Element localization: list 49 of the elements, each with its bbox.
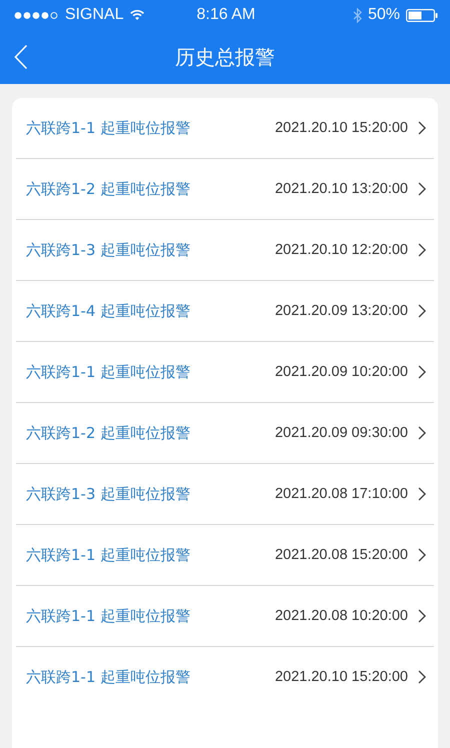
alarm-name: 六联跨1-2 起重吨位报警 xyxy=(26,424,192,442)
alarm-name: 六联跨1-3 起重吨位报警 xyxy=(26,240,192,260)
alarm-name: 六联跨1-1 起重吨位报警 xyxy=(26,668,192,686)
chevron-right-icon xyxy=(418,365,426,379)
alarm-row[interactable]: 六联跨1-1 起重吨位报警 2021.20.10 15:20:00 xyxy=(16,647,434,707)
chevron-right-icon xyxy=(418,548,426,562)
alarm-row[interactable]: 六联跨1-3 起重吨位报警 2021.20.08 17:10:00 xyxy=(16,464,434,525)
alarm-name: 六联跨1-1 起重吨位报警 xyxy=(26,606,192,626)
alarm-time: 2021.20.10 15:20:00 xyxy=(274,120,408,136)
alarm-row[interactable]: 六联跨1-4 起重吨位报警 2021.20.09 13:20:00 xyxy=(16,281,434,342)
alarm-name: 六联跨1-1 起重吨位报警 xyxy=(26,118,192,138)
alarm-row[interactable]: 六联跨1-1 起重吨位报警 2021.20.08 10:20:00 xyxy=(16,586,434,647)
alarm-row[interactable]: 六联跨1-3 起重吨位报警 2021.20.10 12:20:00 xyxy=(16,220,434,281)
chevron-right-icon xyxy=(418,182,426,196)
clock-time: 8:16 AM xyxy=(196,6,256,24)
alarm-name: 六联跨1-3 起重吨位报警 xyxy=(26,484,192,504)
alarm-row[interactable]: 六联跨1-1 起重吨位报警 2021.20.10 15:20:00 xyxy=(16,98,434,159)
battery-percent: 50% xyxy=(368,6,400,24)
chevron-right-icon xyxy=(418,426,426,440)
chevron-right-icon xyxy=(418,487,426,501)
battery-icon xyxy=(406,8,438,22)
chevron-right-icon xyxy=(418,304,426,318)
alarm-row[interactable]: 六联跨1-1 起重吨位报警 2021.20.09 10:20:00 xyxy=(16,342,434,403)
back-icon xyxy=(14,44,28,70)
alarm-time: 2021.20.08 10:20:00 xyxy=(274,608,408,624)
alarm-time: 2021.20.10 13:20:00 xyxy=(274,181,408,197)
chevron-right-icon xyxy=(418,670,426,684)
alarm-time: 2021.20.09 09:30:00 xyxy=(274,425,408,441)
alarm-time: 2021.20.08 15:20:00 xyxy=(274,547,408,563)
page-title: 历史总报警 xyxy=(175,44,275,70)
chevron-right-icon xyxy=(418,243,426,257)
signal-icon xyxy=(14,10,59,20)
alarm-time: 2021.20.08 17:10:00 xyxy=(274,486,408,502)
carrier-name: SIGNAL xyxy=(64,6,124,24)
alarm-time: 2021.20.09 13:20:00 xyxy=(274,303,408,319)
alarm-name: 六联跨1-1 起重吨位报警 xyxy=(26,546,192,564)
alarm-row[interactable]: 六联跨1-1 起重吨位报警 2021.20.08 15:20:00 xyxy=(16,525,434,586)
alarm-name: 六联跨1-1 起重吨位报警 xyxy=(26,362,192,382)
alarm-row[interactable]: 六联跨1-2 起重吨位报警 2021.20.10 13:20:00 xyxy=(16,159,434,220)
bluetooth-icon xyxy=(352,8,362,22)
alarm-name: 六联跨1-2 起重吨位报警 xyxy=(26,180,192,198)
chevron-right-icon xyxy=(418,121,426,135)
alarm-name: 六联跨1-4 起重吨位报警 xyxy=(26,302,192,320)
wifi-icon xyxy=(130,9,144,21)
chevron-right-icon xyxy=(418,609,426,623)
alarm-time: 2021.20.09 10:20:00 xyxy=(274,364,408,380)
alarm-row[interactable]: 六联跨1-2 起重吨位报警 2021.20.09 09:30:00 xyxy=(16,403,434,464)
alarm-time: 2021.20.10 15:20:00 xyxy=(274,669,408,685)
alarm-time: 2021.20.10 12:20:00 xyxy=(274,242,408,258)
